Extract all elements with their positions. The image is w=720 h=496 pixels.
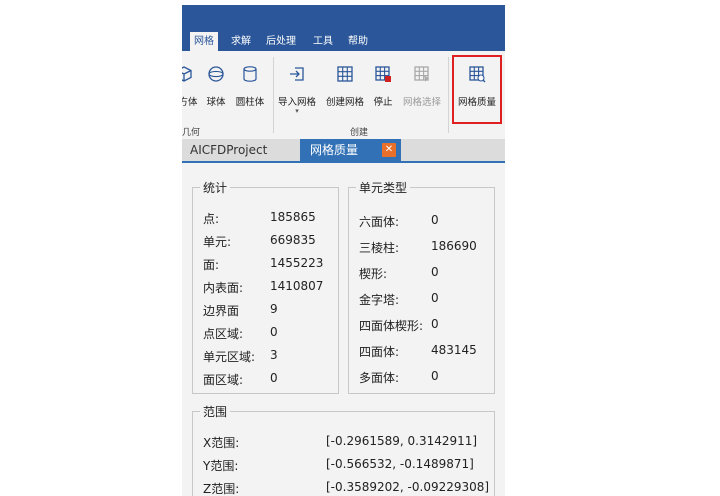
cell-type-value: 0	[431, 265, 439, 279]
menu-bar: 网格 求解 后处理 工具 帮助	[182, 5, 505, 51]
range-label: Y范围:	[203, 459, 239, 473]
cylinder-icon	[243, 66, 257, 82]
stop-grid-icon	[375, 66, 391, 82]
ribbon-sphere-button[interactable]: 球体	[202, 51, 230, 121]
stats-label: 单元区域:	[203, 350, 256, 364]
ribbon-create-mesh-button[interactable]: 创建网格	[324, 51, 366, 121]
stats-value: 0	[270, 371, 278, 385]
cell-type-label: 多面体:	[359, 371, 400, 385]
stats-label: 面:	[203, 258, 220, 272]
import-mesh-icon	[290, 67, 304, 81]
range-group: 范围 X范围: [-0.2961589, 0.3142911] Y范围: [-0…	[192, 403, 495, 496]
menu-solve[interactable]: 求解	[227, 32, 255, 51]
stats-label: 面区域:	[203, 373, 244, 387]
tab-aicfd-project[interactable]: AICFDProject	[182, 139, 302, 161]
cell-type-label: 四面体楔形:	[359, 319, 424, 333]
cell-type-value: 0	[431, 213, 439, 227]
ribbon-mesh-select-button[interactable]: 网格选择	[400, 51, 444, 121]
cell-type-label: 楔形:	[359, 267, 388, 281]
ribbon: 方体 球体 圆柱体 几何 导入网格 ▾ 创建网格 停止 网格选择 创建 网格质量	[182, 51, 505, 140]
app-window: 网格 求解 后处理 工具 帮助 方体 球体 圆柱体 几何 导入网格 ▾ 创建网格…	[182, 5, 505, 496]
stats-title: 统计	[200, 179, 231, 196]
stats-value: 669835	[270, 233, 316, 247]
stats-group: 统计 点: 185865 单元: 669835 面: 1455223 内表面: …	[192, 179, 339, 394]
ribbon-import-mesh-button[interactable]: 导入网格 ▾	[277, 51, 317, 121]
mesh-quality-panel: 统计 点: 185865 单元: 669835 面: 1455223 内表面: …	[182, 161, 505, 496]
cell-type-value: 186690	[431, 239, 477, 253]
range-label: Z范围:	[203, 482, 240, 496]
grid-select-icon	[414, 66, 429, 82]
ribbon-group-create-label: 创建	[350, 128, 369, 138]
stats-label: 点区域:	[203, 327, 244, 341]
cell-type-label: 三棱柱:	[359, 241, 400, 255]
range-title: 范围	[200, 403, 231, 420]
range-value: [-0.566532, -0.1489871]	[326, 457, 474, 471]
cell-type-label: 四面体:	[359, 345, 400, 359]
cell-type-value: 0	[431, 291, 439, 305]
menu-postprocess[interactable]: 后处理	[262, 32, 300, 51]
range-value: [-0.3589202, -0.09229308]	[326, 480, 490, 494]
cell-types-title: 单元类型	[356, 179, 411, 196]
ribbon-separator	[273, 57, 274, 133]
stats-value: 9	[270, 302, 278, 316]
menu-tools[interactable]: 工具	[309, 32, 337, 51]
cell-type-label: 六面体:	[359, 215, 400, 229]
grid-icon	[337, 66, 353, 82]
range-value: [-0.2961589, 0.3142911]	[326, 434, 478, 448]
ribbon-stop-button[interactable]: 停止	[368, 51, 398, 121]
stats-label: 边界面	[203, 304, 240, 318]
cube-icon	[182, 66, 192, 82]
cell-types-group: 单元类型 六面体: 0 三棱柱: 186690 楔形: 0 金字塔: 0 四面体…	[348, 179, 495, 394]
cell-type-value: 0	[431, 317, 439, 331]
stats-value: 1455223	[270, 256, 324, 270]
close-icon[interactable]: ✕	[382, 143, 396, 157]
highlight-box	[452, 55, 502, 124]
stats-value: 185865	[270, 210, 316, 224]
stats-label: 单元:	[203, 235, 232, 249]
menu-mesh[interactable]: 网格	[190, 32, 218, 51]
stats-value: 3	[270, 348, 278, 362]
range-label: X范围:	[203, 436, 240, 450]
ribbon-cylinder-button[interactable]: 圆柱体	[232, 51, 268, 121]
stats-label: 点:	[203, 212, 220, 226]
ribbon-cube-button[interactable]: 方体	[182, 51, 198, 121]
cell-type-value: 0	[431, 369, 439, 383]
tab-mesh-quality-label: 网格质量	[310, 143, 359, 157]
tab-mesh-quality[interactable]: 网格质量 ✕	[300, 139, 401, 161]
menu-help[interactable]: 帮助	[344, 32, 372, 51]
stats-value: 0	[270, 325, 278, 339]
tab-bar: AICFDProject 网格质量 ✕	[182, 139, 505, 161]
stats-value: 1410807	[270, 279, 324, 293]
cell-type-label: 金字塔:	[359, 293, 400, 307]
ribbon-group-geometry-label: 几何	[182, 128, 201, 138]
sphere-icon	[208, 66, 224, 82]
dropdown-caret-icon: ▾	[295, 107, 299, 115]
ribbon-separator	[448, 57, 449, 133]
cell-type-value: 483145	[431, 343, 477, 357]
stats-label: 内表面:	[203, 281, 244, 295]
